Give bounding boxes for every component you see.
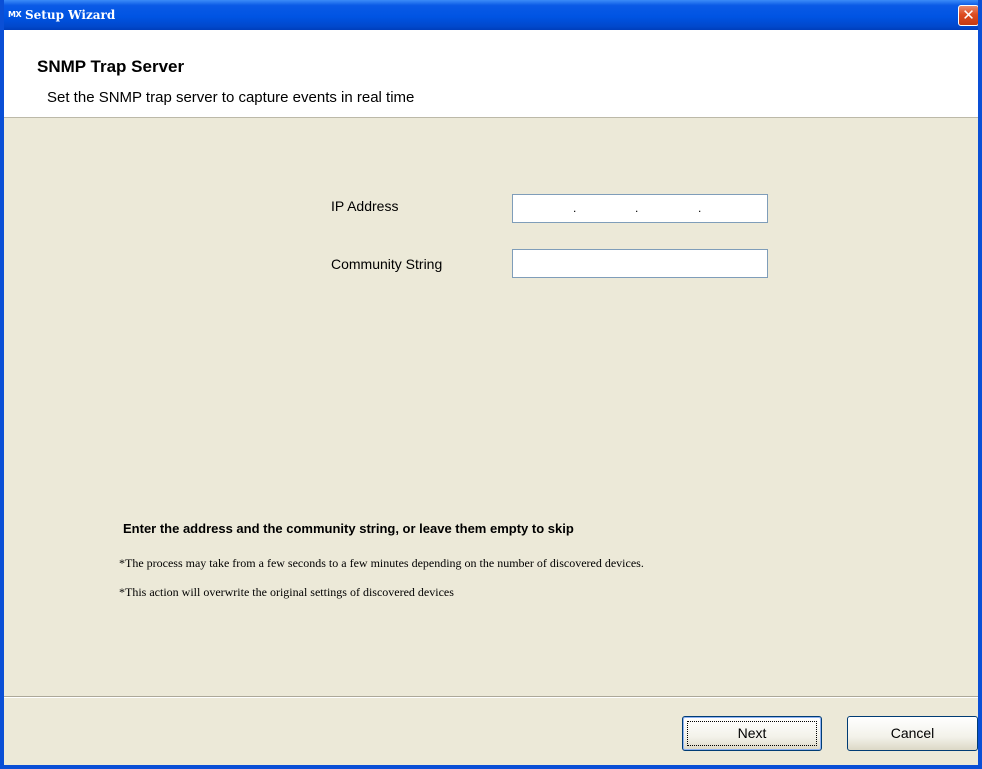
next-button[interactable]: Next <box>682 716 822 751</box>
cancel-button[interactable]: Cancel <box>847 716 978 751</box>
ip-address-label: IP Address <box>331 198 399 214</box>
close-button[interactable]: ✕ <box>958 5 978 26</box>
close-icon: ✕ <box>962 6 975 24</box>
note-duration: *The process may take from a few seconds… <box>119 556 644 570</box>
footer-divider <box>4 696 978 698</box>
ip-separator-1: . <box>573 201 577 215</box>
community-string-input[interactable] <box>512 249 768 278</box>
setup-wizard-window: MX Setup Wizard ✕ SNMP Trap Server Set t… <box>0 0 982 769</box>
title-bar[interactable]: MX Setup Wizard ✕ <box>4 0 978 30</box>
instruction-heading: Enter the address and the community stri… <box>123 521 574 536</box>
note-overwrite: *This action will overwrite the original… <box>119 585 454 599</box>
ip-address-input[interactable]: . . . <box>512 194 768 223</box>
ip-separator-3: . <box>698 201 702 215</box>
page-title: SNMP Trap Server <box>37 57 185 76</box>
wizard-header: SNMP Trap Server Set the SNMP trap serve… <box>4 30 978 118</box>
community-string-label: Community String <box>331 256 443 272</box>
window-title: Setup Wizard <box>25 8 116 22</box>
ip-separator-2: . <box>635 201 639 215</box>
next-button-label: Next <box>687 721 817 746</box>
app-logo-icon: MX <box>8 10 22 19</box>
page-subtitle: Set the SNMP trap server to capture even… <box>47 89 415 106</box>
